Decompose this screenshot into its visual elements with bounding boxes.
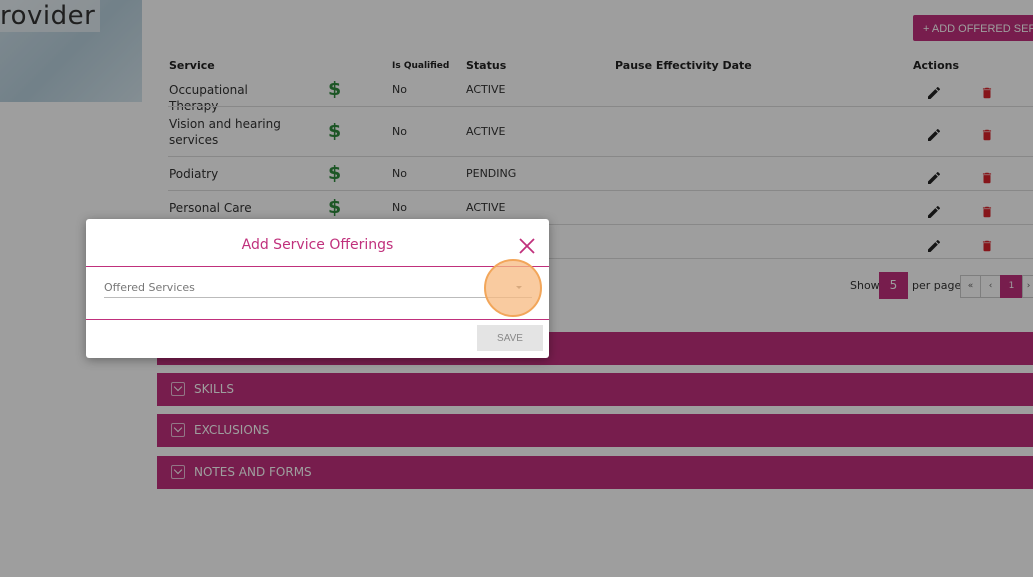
add-service-offerings-dialog: Add Service Offerings Offered Services S… [86, 219, 549, 358]
select-placeholder: Offered Services [104, 281, 195, 294]
offered-services-select[interactable]: Offered Services [104, 277, 532, 298]
page: rovider + ADD OFFERED SERVICE Service Is… [0, 0, 1033, 577]
divider [86, 266, 549, 267]
click-indicator [484, 259, 542, 317]
dialog-title: Add Service Offerings [241, 237, 394, 253]
save-button[interactable]: SAVE [477, 325, 543, 351]
divider [86, 319, 549, 320]
close-icon[interactable] [518, 237, 536, 255]
